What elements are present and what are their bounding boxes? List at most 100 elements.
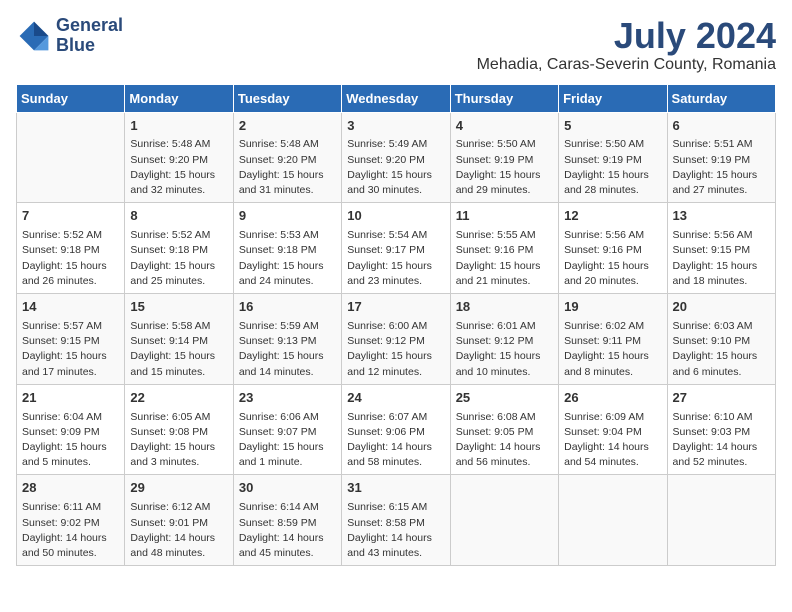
day-number: 28 bbox=[22, 479, 119, 498]
calendar-title: July 2024 bbox=[477, 16, 776, 56]
day-info: Sunrise: 6:09 AM Sunset: 9:04 PM Dayligh… bbox=[564, 410, 661, 471]
calendar-week-row: 14Sunrise: 5:57 AM Sunset: 9:15 PM Dayli… bbox=[17, 294, 776, 385]
day-number: 10 bbox=[347, 207, 444, 226]
day-number: 14 bbox=[22, 298, 119, 317]
logo-text: General Blue bbox=[56, 16, 123, 56]
day-number: 27 bbox=[673, 389, 770, 408]
calendar-cell: 31 Sunrise: 6:15 AM Sunset: 8:58 PM Dayli… bbox=[342, 475, 450, 566]
day-info: Sunrise: 6:01 AM Sunset: 9:12 PM Dayligh… bbox=[456, 319, 553, 380]
header-day: Wednesday bbox=[342, 84, 450, 112]
calendar-cell bbox=[667, 475, 775, 566]
calendar-cell: 4Sunrise: 5:50 AM Sunset: 9:19 PM Daylig… bbox=[450, 112, 558, 203]
day-info: Sunrise: 5:58 AM Sunset: 9:14 PM Dayligh… bbox=[130, 319, 227, 380]
calendar-cell: 12Sunrise: 5:56 AM Sunset: 9:16 PM Dayli… bbox=[559, 203, 667, 294]
calendar-cell: 6Sunrise: 5:51 AM Sunset: 9:19 PM Daylig… bbox=[667, 112, 775, 203]
calendar-week-row: 28 Sunrise: 6:11 AM Sunset: 9:02 PM Dayli… bbox=[17, 475, 776, 566]
day-info: Sunrise: 5:51 AM Sunset: 9:19 PM Dayligh… bbox=[673, 137, 770, 198]
day-number: 22 bbox=[130, 389, 227, 408]
day-info: Sunrise: 6:00 AM Sunset: 9:12 PM Dayligh… bbox=[347, 319, 444, 380]
calendar-cell: 5Sunrise: 5:50 AM Sunset: 9:19 PM Daylig… bbox=[559, 112, 667, 203]
day-number: 9 bbox=[239, 207, 336, 226]
calendar-cell bbox=[450, 475, 558, 566]
day-info: Sunrise: 6:10 AM Sunset: 9:03 PM Dayligh… bbox=[673, 410, 770, 471]
day-info: Sunrise: 6:11 AM Sunset: 9:02 PM Dayligh… bbox=[22, 500, 119, 561]
calendar-cell: 21 Sunrise: 6:04 AM Sunset: 9:09 PM Dayli… bbox=[17, 384, 125, 475]
header-day: Thursday bbox=[450, 84, 558, 112]
header-day: Sunday bbox=[17, 84, 125, 112]
day-info: Sunrise: 5:50 AM Sunset: 9:19 PM Dayligh… bbox=[564, 137, 661, 198]
day-number: 24 bbox=[347, 389, 444, 408]
calendar-week-row: 1Sunrise: 5:48 AM Sunset: 9:20 PM Daylig… bbox=[17, 112, 776, 203]
day-info: Sunrise: 6:02 AM Sunset: 9:11 PM Dayligh… bbox=[564, 319, 661, 380]
calendar-cell: 18Sunrise: 6:01 AM Sunset: 9:12 PM Dayli… bbox=[450, 294, 558, 385]
day-info: Sunrise: 5:48 AM Sunset: 9:20 PM Dayligh… bbox=[130, 137, 227, 198]
day-info: Sunrise: 6:07 AM Sunset: 9:06 PM Dayligh… bbox=[347, 410, 444, 471]
calendar-cell: 24 Sunrise: 6:07 AM Sunset: 9:06 PM Dayli… bbox=[342, 384, 450, 475]
day-info: Sunrise: 5:52 AM Sunset: 9:18 PM Dayligh… bbox=[22, 228, 119, 289]
day-number: 11 bbox=[456, 207, 553, 226]
header-day: Saturday bbox=[667, 84, 775, 112]
day-number: 8 bbox=[130, 207, 227, 226]
calendar-cell: 8 Sunrise: 5:52 AM Sunset: 9:18 PM Daylig… bbox=[125, 203, 233, 294]
day-number: 21 bbox=[22, 389, 119, 408]
day-number: 19 bbox=[564, 298, 661, 317]
day-info: Sunrise: 5:52 AM Sunset: 9:18 PM Dayligh… bbox=[130, 228, 227, 289]
day-number: 2 bbox=[239, 117, 336, 136]
calendar-header: SundayMondayTuesdayWednesdayThursdayFrid… bbox=[17, 84, 776, 112]
day-number: 12 bbox=[564, 207, 661, 226]
calendar-week-row: 21 Sunrise: 6:04 AM Sunset: 9:09 PM Dayli… bbox=[17, 384, 776, 475]
calendar-cell: 20 Sunrise: 6:03 AM Sunset: 9:10 PM Dayli… bbox=[667, 294, 775, 385]
day-info: Sunrise: 6:03 AM Sunset: 9:10 PM Dayligh… bbox=[673, 319, 770, 380]
day-number: 31 bbox=[347, 479, 444, 498]
calendar-cell: 30Sunrise: 6:14 AM Sunset: 8:59 PM Dayli… bbox=[233, 475, 341, 566]
calendar-cell: 11 Sunrise: 5:55 AM Sunset: 9:16 PM Dayli… bbox=[450, 203, 558, 294]
logo-line2: Blue bbox=[56, 36, 123, 56]
day-number: 23 bbox=[239, 389, 336, 408]
calendar-cell: 22Sunrise: 6:05 AM Sunset: 9:08 PM Dayli… bbox=[125, 384, 233, 475]
calendar-cell bbox=[17, 112, 125, 203]
day-info: Sunrise: 5:50 AM Sunset: 9:19 PM Dayligh… bbox=[456, 137, 553, 198]
calendar-body: 1Sunrise: 5:48 AM Sunset: 9:20 PM Daylig… bbox=[17, 112, 776, 566]
day-info: Sunrise: 6:04 AM Sunset: 9:09 PM Dayligh… bbox=[22, 410, 119, 471]
day-number: 26 bbox=[564, 389, 661, 408]
day-info: Sunrise: 6:12 AM Sunset: 9:01 PM Dayligh… bbox=[130, 500, 227, 561]
day-number: 7 bbox=[22, 207, 119, 226]
calendar-cell: 3Sunrise: 5:49 AM Sunset: 9:20 PM Daylig… bbox=[342, 112, 450, 203]
calendar-cell: 14Sunrise: 5:57 AM Sunset: 9:15 PM Dayli… bbox=[17, 294, 125, 385]
logo-icon bbox=[16, 18, 52, 54]
day-info: Sunrise: 6:14 AM Sunset: 8:59 PM Dayligh… bbox=[239, 500, 336, 561]
calendar-cell: 13 Sunrise: 5:56 AM Sunset: 9:15 PM Dayli… bbox=[667, 203, 775, 294]
day-info: Sunrise: 6:15 AM Sunset: 8:58 PM Dayligh… bbox=[347, 500, 444, 561]
day-number: 6 bbox=[673, 117, 770, 136]
day-info: Sunrise: 5:54 AM Sunset: 9:17 PM Dayligh… bbox=[347, 228, 444, 289]
header-day: Monday bbox=[125, 84, 233, 112]
day-info: Sunrise: 5:55 AM Sunset: 9:16 PM Dayligh… bbox=[456, 228, 553, 289]
calendar-cell: 2Sunrise: 5:48 AM Sunset: 9:20 PM Daylig… bbox=[233, 112, 341, 203]
day-info: Sunrise: 6:08 AM Sunset: 9:05 PM Dayligh… bbox=[456, 410, 553, 471]
day-number: 1 bbox=[130, 117, 227, 136]
day-info: Sunrise: 5:56 AM Sunset: 9:15 PM Dayligh… bbox=[673, 228, 770, 289]
calendar-cell: 17Sunrise: 6:00 AM Sunset: 9:12 PM Dayli… bbox=[342, 294, 450, 385]
logo: General Blue bbox=[16, 16, 123, 56]
calendar-subtitle: Mehadia, Caras-Severin County, Romania bbox=[477, 56, 776, 74]
calendar-table: SundayMondayTuesdayWednesdayThursdayFrid… bbox=[16, 84, 776, 567]
day-info: Sunrise: 5:49 AM Sunset: 9:20 PM Dayligh… bbox=[347, 137, 444, 198]
day-number: 5 bbox=[564, 117, 661, 136]
page-header: General Blue July 2024 Mehadia, Caras-Se… bbox=[16, 16, 776, 74]
calendar-cell: 23Sunrise: 6:06 AM Sunset: 9:07 PM Dayli… bbox=[233, 384, 341, 475]
day-info: Sunrise: 5:53 AM Sunset: 9:18 PM Dayligh… bbox=[239, 228, 336, 289]
day-number: 4 bbox=[456, 117, 553, 136]
header-row: SundayMondayTuesdayWednesdayThursdayFrid… bbox=[17, 84, 776, 112]
day-number: 16 bbox=[239, 298, 336, 317]
calendar-cell: 16Sunrise: 5:59 AM Sunset: 9:13 PM Dayli… bbox=[233, 294, 341, 385]
calendar-cell: 29 Sunrise: 6:12 AM Sunset: 9:01 PM Dayli… bbox=[125, 475, 233, 566]
calendar-cell bbox=[559, 475, 667, 566]
day-info: Sunrise: 5:48 AM Sunset: 9:20 PM Dayligh… bbox=[239, 137, 336, 198]
day-number: 13 bbox=[673, 207, 770, 226]
day-number: 29 bbox=[130, 479, 227, 498]
day-number: 20 bbox=[673, 298, 770, 317]
calendar-cell: 1Sunrise: 5:48 AM Sunset: 9:20 PM Daylig… bbox=[125, 112, 233, 203]
calendar-cell: 25Sunrise: 6:08 AM Sunset: 9:05 PM Dayli… bbox=[450, 384, 558, 475]
calendar-week-row: 7 Sunrise: 5:52 AM Sunset: 9:18 PM Daylig… bbox=[17, 203, 776, 294]
day-number: 3 bbox=[347, 117, 444, 136]
